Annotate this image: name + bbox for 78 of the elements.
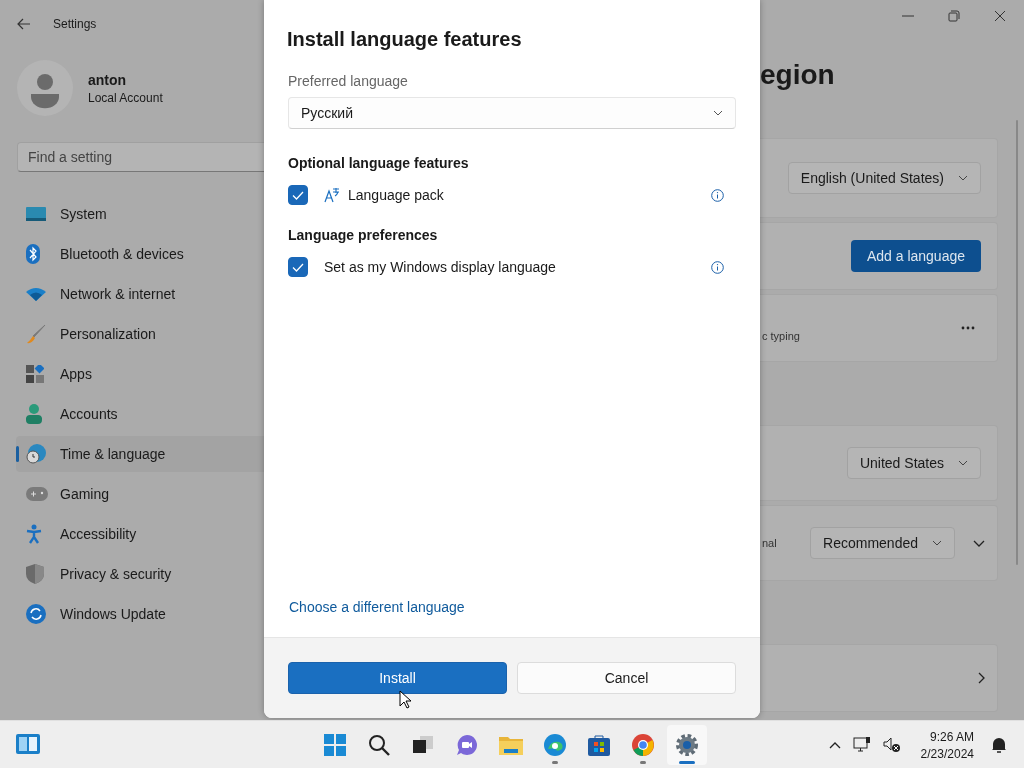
- account-type: Local Account: [88, 90, 163, 105]
- info-icon[interactable]: [711, 260, 724, 274]
- option-label: Language pack: [348, 187, 444, 203]
- search-field[interactable]: Find a setting: [17, 142, 264, 172]
- person-icon: [26, 404, 42, 424]
- gear-icon: [675, 733, 699, 757]
- chevron-down-icon: [713, 110, 723, 116]
- windows-logo-icon: [324, 734, 346, 756]
- checkmark-icon: [292, 190, 304, 200]
- option-label: Set as my Windows display language: [324, 259, 556, 275]
- store-icon: [588, 734, 610, 756]
- page-title: egion: [760, 59, 835, 91]
- sidebar-item[interactable]: Accessibility: [16, 516, 264, 552]
- window-title: Settings: [53, 17, 97, 31]
- cancel-button[interactable]: Cancel: [517, 662, 736, 694]
- sidebar-item[interactable]: Windows Update: [16, 596, 264, 632]
- chevron-down-icon: [932, 540, 942, 546]
- sidebar-item[interactable]: Accounts: [16, 396, 264, 432]
- card-caption: nal: [762, 537, 777, 549]
- dropdown[interactable]: English (United States): [787, 162, 981, 194]
- install-button[interactable]: Install: [288, 662, 507, 694]
- close-icon[interactable]: [994, 10, 1006, 22]
- card-caption: c typing: [762, 330, 800, 342]
- dialog-title: Install language features: [287, 28, 523, 51]
- network-icon[interactable]: [852, 737, 871, 753]
- task-view-icon: [412, 735, 434, 755]
- expand-chevron-icon[interactable]: [973, 539, 985, 547]
- speaker-muted-icon[interactable]: [882, 737, 901, 753]
- sidebar-item[interactable]: System: [16, 196, 264, 232]
- chevron-right-icon[interactable]: [978, 672, 985, 684]
- apps-icon: [26, 365, 44, 383]
- checkbox[interactable]: [288, 257, 308, 277]
- mouse-cursor-icon: [399, 690, 411, 709]
- sidebar-item[interactable]: Bluetooth & devices: [16, 236, 264, 272]
- clock-time[interactable]: 9:26 AM: [929, 729, 974, 744]
- language-icon: [324, 187, 340, 203]
- add-language-button[interactable]: Add a language: [850, 240, 981, 272]
- sidebar-item[interactable]: Personalization: [16, 316, 264, 352]
- accessibility-icon: [26, 524, 42, 544]
- avatar-icon: [17, 60, 73, 116]
- language-dropdown[interactable]: Русский: [288, 97, 736, 129]
- chevron-up-icon[interactable]: [828, 741, 841, 749]
- sidebar-item[interactable]: Privacy & security: [16, 556, 264, 592]
- restore-icon[interactable]: [948, 10, 960, 22]
- scrollbar[interactable]: [1016, 120, 1018, 565]
- field-label: Preferred language: [288, 73, 409, 89]
- sidebar-item[interactable]: Time & language: [16, 436, 264, 472]
- update-icon: [26, 604, 46, 624]
- shield-icon: [26, 564, 44, 584]
- bluetooth-icon: [26, 244, 40, 264]
- more-icon[interactable]: [961, 326, 975, 330]
- chat-icon: [456, 734, 478, 756]
- dropdown[interactable]: United States: [846, 447, 981, 479]
- clock-date[interactable]: 2/23/2024: [920, 746, 974, 761]
- checkbox[interactable]: [288, 185, 308, 205]
- info-icon[interactable]: [711, 188, 724, 202]
- folder-icon: [499, 735, 523, 755]
- chevron-down-icon: [958, 175, 968, 181]
- gamepad-icon: [26, 487, 48, 501]
- taskbar-app[interactable]: [667, 725, 707, 765]
- sidebar-item[interactable]: Gaming: [16, 476, 264, 512]
- globe-clock-icon: [26, 444, 46, 464]
- brush-icon: [26, 324, 46, 344]
- sidebar-item[interactable]: Apps: [16, 356, 264, 392]
- wifi-icon: [26, 287, 46, 301]
- sidebar-item[interactable]: Network & internet: [16, 276, 264, 312]
- checkmark-icon: [292, 262, 304, 272]
- search-icon: [368, 734, 390, 756]
- choose-language-link[interactable]: Choose a different language: [289, 599, 465, 615]
- widgets-icon[interactable]: [16, 734, 40, 754]
- dropdown[interactable]: Recommended: [810, 527, 955, 559]
- section-heading: Language preferences: [288, 227, 439, 243]
- account-name: anton: [88, 71, 128, 88]
- section-heading: Optional language features: [288, 155, 470, 171]
- bell-icon[interactable]: [990, 736, 1008, 754]
- back-arrow-icon[interactable]: [17, 18, 31, 30]
- chevron-down-icon: [958, 460, 968, 466]
- monitor-icon: [26, 207, 46, 221]
